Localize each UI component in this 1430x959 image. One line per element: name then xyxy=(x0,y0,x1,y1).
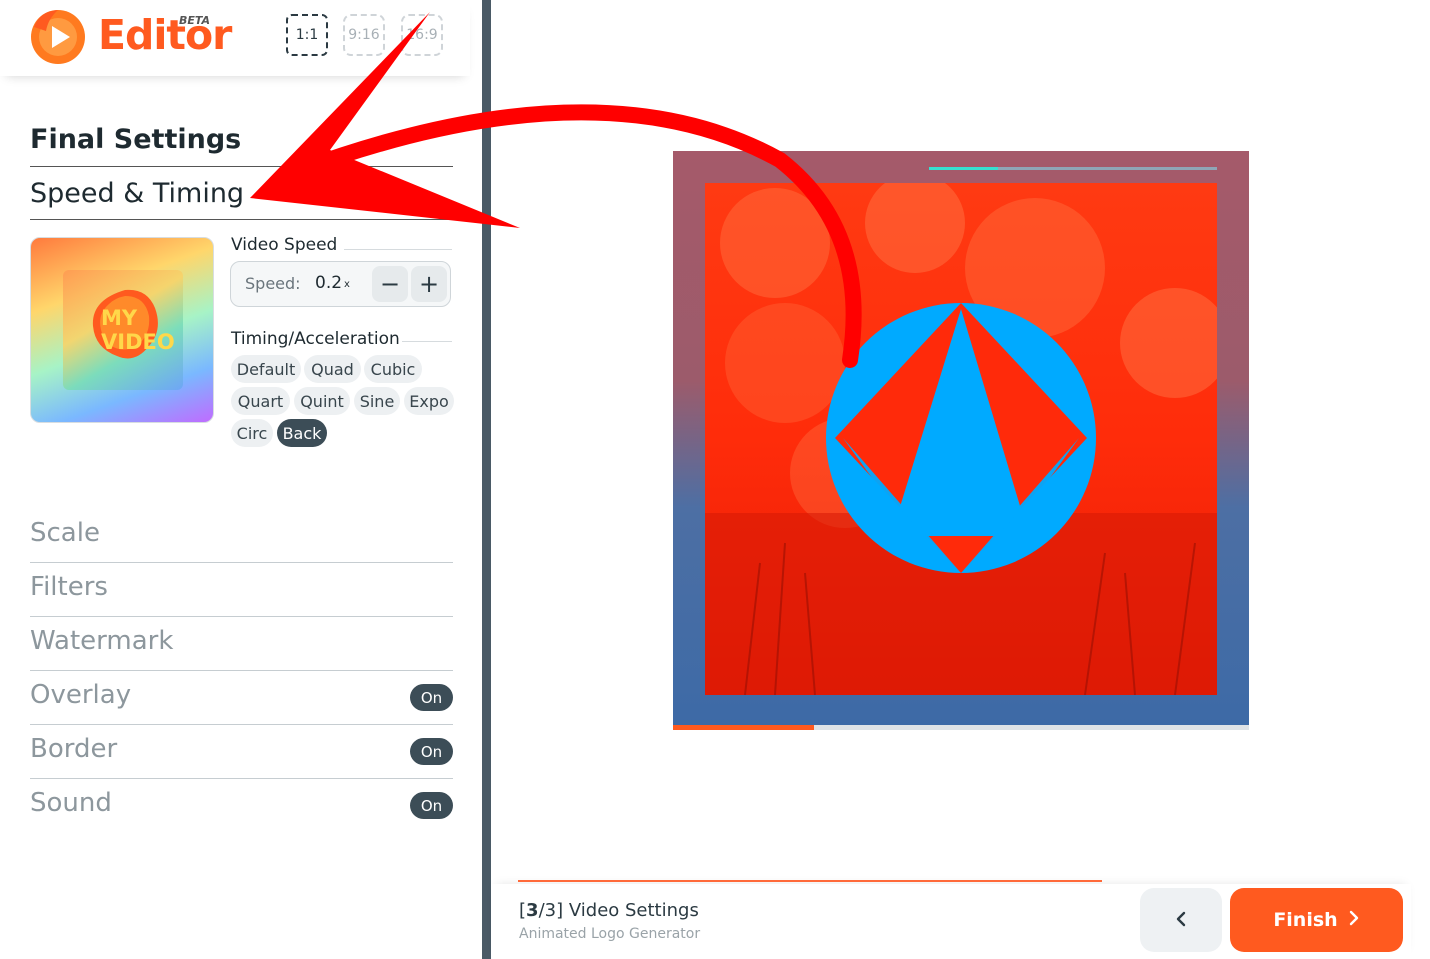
ratio-9-16-button[interactable]: 9:16 xyxy=(343,14,385,56)
video-preview[interactable] xyxy=(673,151,1249,726)
speed-increment-button[interactable]: + xyxy=(411,266,447,302)
video-thumbnail: MY VIDEO xyxy=(30,237,214,423)
preview-top-progress xyxy=(929,167,1217,170)
wizard-progress-line xyxy=(518,880,1102,882)
divider xyxy=(30,724,453,725)
chevron-right-icon xyxy=(1348,909,1360,931)
step-current: 3 xyxy=(526,900,539,921)
overlay-toggle[interactable]: On xyxy=(410,684,453,711)
divider xyxy=(402,341,452,342)
speed-label: Speed: xyxy=(245,274,301,293)
beta-badge: BETA xyxy=(179,14,211,27)
divider xyxy=(344,249,452,250)
sound-toggle[interactable]: On xyxy=(410,792,453,819)
logo-text: Editor xyxy=(98,11,232,59)
back-button[interactable] xyxy=(1140,888,1222,952)
timing-option-back[interactable]: Back xyxy=(277,419,327,447)
timing-option-circ[interactable]: Circ xyxy=(231,419,273,447)
timing-option-expo[interactable]: Expo xyxy=(404,387,454,415)
chevron-left-icon xyxy=(1174,908,1188,933)
thumbnail-logo-text: MY VIDEO xyxy=(101,306,175,354)
ratio-16-9-button[interactable]: 16:9 xyxy=(401,14,443,56)
section-speed-timing[interactable]: Speed & Timing xyxy=(30,178,244,209)
section-filters[interactable]: Filters xyxy=(30,572,108,602)
timing-heading: Timing/Acceleration xyxy=(231,329,400,349)
step-indicator: [3/3] Video Settings xyxy=(519,900,699,921)
logo-icon xyxy=(28,7,88,67)
divider xyxy=(30,670,453,671)
finish-button[interactable]: Finish xyxy=(1230,888,1403,952)
ratio-1-1-button[interactable]: 1:1 xyxy=(286,14,328,56)
step-title: Video Settings xyxy=(568,900,699,921)
speed-unit: x xyxy=(344,279,350,290)
timing-option-sine[interactable]: Sine xyxy=(354,387,400,415)
settings-sidebar: Editor BETA 1:1 9:16 16:9 Final Settings… xyxy=(0,0,482,959)
preview-top-progress-fill xyxy=(929,167,999,170)
speed-control: Speed: 0.2 x − + xyxy=(230,261,451,307)
divider xyxy=(30,778,453,779)
timing-option-cubic[interactable]: Cubic xyxy=(364,355,422,383)
timing-option-default[interactable]: Default xyxy=(231,355,301,383)
timing-option-quart[interactable]: Quart xyxy=(231,387,290,415)
divider xyxy=(30,166,453,167)
divider xyxy=(30,219,453,220)
section-sound[interactable]: Sound xyxy=(30,788,112,818)
border-toggle[interactable]: On xyxy=(410,738,453,765)
playback-progress-fill xyxy=(673,725,815,730)
timing-option-quint[interactable]: Quint xyxy=(294,387,350,415)
speed-decrement-button[interactable]: − xyxy=(372,266,408,302)
section-border[interactable]: Border xyxy=(30,734,117,764)
video-speed-heading: Video Speed xyxy=(231,235,338,255)
editor-header: Editor BETA 1:1 9:16 16:9 xyxy=(0,0,470,76)
step-total: 3 xyxy=(544,900,557,921)
plus-icon: + xyxy=(418,270,440,298)
finish-label: Finish xyxy=(1273,909,1338,931)
minus-icon: − xyxy=(379,270,401,298)
divider xyxy=(30,616,453,617)
panel-title: Final Settings xyxy=(30,124,242,155)
divider xyxy=(30,562,453,563)
preview-logo-shape xyxy=(826,303,1096,573)
timing-option-quad[interactable]: Quad xyxy=(304,355,361,383)
section-watermark[interactable]: Watermark xyxy=(30,626,173,656)
playback-progress-bar[interactable] xyxy=(673,725,1249,730)
section-scale[interactable]: Scale xyxy=(30,518,100,548)
step-subtitle: Animated Logo Generator xyxy=(519,926,701,942)
section-overlay[interactable]: Overlay xyxy=(30,680,131,710)
speed-value[interactable]: 0.2 xyxy=(315,273,342,293)
sidebar-scrollbar[interactable] xyxy=(482,0,491,959)
